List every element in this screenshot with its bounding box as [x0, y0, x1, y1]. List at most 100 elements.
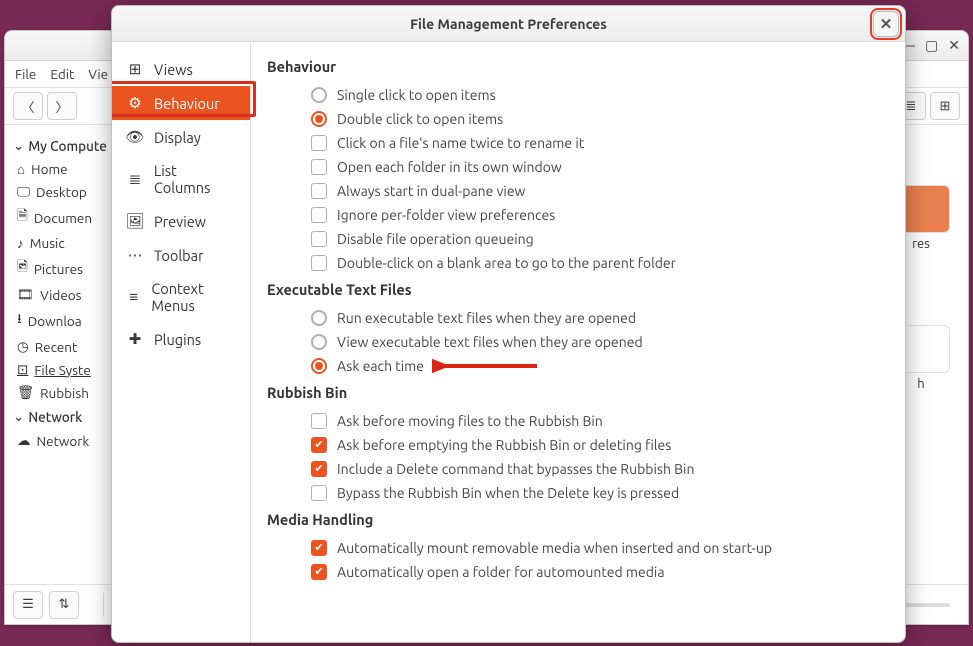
nav-context-menus[interactable]: ≡Context Menus	[112, 272, 250, 322]
sidebar-item-filesystem[interactable]: ⊡File Syste	[9, 358, 111, 381]
disk-icon: ⊡	[17, 361, 28, 378]
image-icon: 🖼	[126, 212, 144, 230]
opt-ignore-view[interactable]: Ignore per-folder view preferences	[267, 203, 889, 227]
opt-exec-view[interactable]: View executable text files when they are…	[267, 330, 889, 354]
home-icon: ⌂	[17, 161, 25, 177]
opt-label: Automatically mount removable media when…	[337, 540, 772, 556]
opt-double-click[interactable]: Double click to open items	[267, 107, 889, 131]
desktop-icon: 🖵	[17, 183, 30, 200]
nav-preview[interactable]: 🖼 Preview	[112, 204, 250, 238]
opt-click-rename[interactable]: Click on a file's name twice to rename i…	[267, 131, 889, 155]
status-places-button[interactable]: ☰	[13, 591, 43, 619]
nav-label: Views	[154, 61, 193, 78]
sidebar-item-documents[interactable]: 🗎Documen	[9, 203, 111, 232]
close-icon[interactable]: ✕	[948, 37, 960, 54]
checkbox-icon	[311, 413, 327, 429]
opt-own-window[interactable]: Open each folder in its own window	[267, 155, 889, 179]
nav-list-columns[interactable]: ≣ List Columns	[112, 154, 250, 204]
network-icon: ☁	[17, 432, 31, 449]
status-tree-button[interactable]: ⇅	[49, 591, 79, 619]
sidebar-item-home[interactable]: ⌂Home	[9, 158, 111, 180]
checkbox-icon	[311, 135, 327, 151]
menu-file[interactable]: File	[15, 66, 36, 82]
nav-plugins[interactable]: ✚Plugins	[112, 322, 250, 356]
checkbox-icon	[311, 183, 327, 199]
sidebar-item-music[interactable]: ♪Music	[9, 232, 111, 254]
opt-label: View executable text files when they are…	[337, 334, 643, 350]
dots-icon: ⋯	[126, 246, 144, 264]
opt-label: Ask before moving files to the Rubbish B…	[337, 413, 603, 429]
opt-label: Run executable text files when they are …	[337, 310, 636, 326]
menu-view[interactable]: Vie	[88, 66, 108, 82]
opt-label: Open each folder in its own window	[337, 159, 562, 175]
opt-label: Always start in dual-pane view	[337, 183, 525, 199]
checkbox-icon	[311, 231, 327, 247]
dialog-content: Behaviour Single click to open items Dou…	[251, 42, 905, 642]
download-icon: ⭳	[17, 309, 22, 332]
opt-rub-ask-move[interactable]: Ask before moving files to the Rubbish B…	[267, 409, 889, 433]
opt-label: Double-click on a blank area to go to th…	[337, 255, 676, 271]
maximize-icon[interactable]: ▢	[925, 37, 938, 54]
sidebar-header-computer[interactable]: ⌄My Compute	[9, 133, 111, 158]
opt-label: Include a Delete command that bypasses t…	[337, 461, 694, 477]
videos-icon: 🎞	[17, 286, 34, 303]
nav-toolbar[interactable]: ⋯Toolbar	[112, 238, 250, 272]
sidebar-header-network[interactable]: ⌄Network	[9, 404, 111, 429]
nav-label: Preview	[154, 213, 206, 230]
clock-icon: ◷	[17, 338, 29, 355]
opt-label: Ignore per-folder view preferences	[337, 207, 555, 223]
opt-label: Ask each time	[337, 358, 424, 374]
columns-icon: ≣	[126, 170, 144, 188]
folder-label: h	[917, 377, 924, 391]
close-button[interactable]: ✕	[873, 11, 899, 37]
opt-blank-parent[interactable]: Double-click on a blank area to go to th…	[267, 251, 889, 275]
checkbox-icon	[311, 485, 327, 501]
opt-rub-bypass[interactable]: Bypass the Rubbish Bin when the Delete k…	[267, 481, 889, 505]
sidebar-item-recent[interactable]: ◷Recent	[9, 335, 111, 358]
opt-single-click[interactable]: Single click to open items	[267, 83, 889, 107]
checkbox-icon	[311, 255, 327, 271]
checkbox-icon	[311, 564, 327, 580]
sidebar-item-network[interactable]: ☁Network	[9, 429, 111, 452]
sidebar-item-rubbish[interactable]: 🗑Rubbish	[9, 381, 111, 404]
opt-exec-run[interactable]: Run executable text files when they are …	[267, 306, 889, 330]
nav-display[interactable]: 👁Display	[112, 120, 250, 154]
sidebar-item-downloads[interactable]: ⭳Downloa	[9, 306, 111, 335]
opt-disable-queue[interactable]: Disable file operation queueing	[267, 227, 889, 251]
nav-label: List Columns	[154, 162, 236, 196]
nav-behaviour[interactable]: ⚙Behaviour	[112, 86, 250, 120]
chevron-down-icon: ⌄	[13, 408, 24, 425]
nav-views[interactable]: ⊞Views	[112, 52, 250, 86]
opt-rub-delete-cmd[interactable]: Include a Delete command that bypasses t…	[267, 457, 889, 481]
nav-label: Behaviour	[154, 95, 220, 112]
opt-label: Automatically open a folder for automoun…	[337, 564, 665, 580]
dialog-title: File Management Preferences	[410, 16, 607, 32]
opt-rub-ask-empty[interactable]: Ask before emptying the Rubbish Bin or d…	[267, 433, 889, 457]
radio-icon	[311, 111, 327, 127]
sidebar-item-desktop[interactable]: 🖵Desktop	[9, 180, 111, 203]
menu-edit[interactable]: Edit	[50, 66, 74, 82]
section-behaviour-title: Behaviour	[267, 58, 889, 75]
radio-icon	[311, 310, 327, 326]
folder-label: res	[912, 237, 930, 251]
sidebar-item-pictures[interactable]: 🖻Pictures	[9, 254, 111, 283]
opt-label: Click on a file's name twice to rename i…	[337, 135, 584, 151]
opt-media-autoopen[interactable]: Automatically open a folder for automoun…	[267, 560, 889, 584]
eye-icon: 👁	[126, 128, 144, 146]
nav-label: Context Menus	[151, 280, 236, 314]
opt-dual-pane[interactable]: Always start in dual-pane view	[267, 179, 889, 203]
dialog-titlebar: File Management Preferences ✕	[112, 6, 905, 42]
section-exec-title: Executable Text Files	[267, 281, 889, 298]
opt-label: Disable file operation queueing	[337, 231, 534, 247]
forward-button[interactable]: 〉	[47, 92, 77, 120]
back-button[interactable]: 〈	[13, 92, 43, 120]
view-grid-button[interactable]: ⊞	[930, 92, 960, 120]
opt-exec-ask[interactable]: Ask each time	[267, 354, 889, 378]
sidebar-item-videos[interactable]: 🎞Videos	[9, 283, 111, 306]
opt-media-automount[interactable]: Automatically mount removable media when…	[267, 536, 889, 560]
annotation-arrow-icon	[432, 356, 542, 376]
radio-icon	[311, 334, 327, 350]
radio-icon	[311, 87, 327, 103]
nav-label: Plugins	[154, 331, 201, 348]
document-icon: 🗎	[17, 206, 28, 229]
